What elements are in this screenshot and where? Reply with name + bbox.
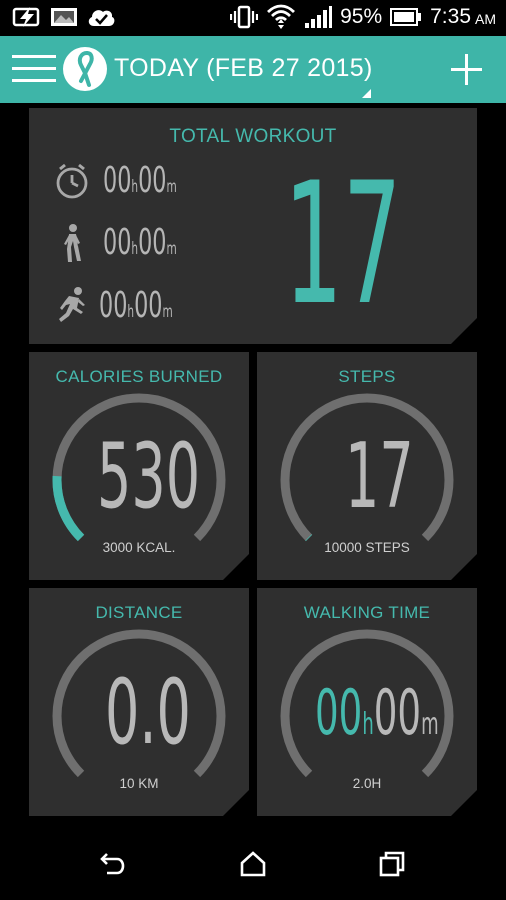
- timer-minutes: 00: [138, 160, 167, 201]
- walking-minutes: 00: [138, 222, 167, 263]
- distance-card[interactable]: DISTANCE 0.0 10 KM: [29, 588, 249, 816]
- total-workout-value: 17: [284, 146, 402, 342]
- battery-percent: 95%: [340, 5, 383, 28]
- plus-icon[interactable]: [451, 54, 482, 85]
- date-selector[interactable]: TODAY (FEB 27 2015): [114, 54, 373, 83]
- walking-time-goal: 2.0H: [352, 776, 382, 791]
- total-row-walking: 00h00m: [59, 222, 222, 263]
- back-icon[interactable]: [99, 850, 127, 878]
- steps-goal: 10000 STEPS: [324, 540, 410, 555]
- ribbon-logo-icon: [63, 47, 107, 91]
- steps-card[interactable]: STEPS 17 10000 STEPS: [257, 352, 477, 580]
- stopwatch-icon: [56, 163, 88, 198]
- image-icon: [51, 8, 77, 26]
- cloud-check-icon: [88, 10, 115, 26]
- total-workout-label: TOTAL WORKOUT: [169, 126, 337, 147]
- calories-value: 530: [97, 424, 201, 529]
- distance-goal: 10 KM: [119, 776, 159, 791]
- timer-hours: 00: [103, 160, 132, 201]
- calories-card[interactable]: CALORIES BURNED 530 3000 KCAL.: [29, 352, 249, 580]
- clock-ampm: AM: [475, 11, 496, 27]
- clock-time: 7:35: [430, 5, 471, 28]
- home-icon[interactable]: [239, 850, 267, 878]
- recents-icon[interactable]: [378, 850, 406, 878]
- running-icon: [59, 286, 85, 322]
- signal-icon: [305, 6, 333, 28]
- status-bar: 95% 7:35 AM: [0, 0, 506, 36]
- hamburger-menu-icon[interactable]: [12, 53, 56, 85]
- total-row-timer: 00h00m: [55, 160, 222, 201]
- running-hours: 00: [99, 285, 128, 326]
- battery-icon: [390, 8, 422, 26]
- calories-goal: 3000 KCAL.: [102, 540, 176, 555]
- running-minutes: 00: [134, 285, 163, 326]
- walking-hours: 00: [103, 222, 132, 263]
- app-bar: TODAY (FEB 27 2015): [0, 36, 506, 103]
- walking-icon: [64, 223, 81, 262]
- walking-time-minutes: 00: [373, 676, 422, 749]
- dropdown-triangle-icon: [362, 89, 371, 98]
- wifi-icon: [267, 4, 296, 29]
- vibrate-icon: [230, 5, 259, 29]
- walking-time-hours: 00: [315, 676, 363, 749]
- distance-value: 0.0: [105, 660, 191, 765]
- nav-bar: [0, 820, 506, 900]
- lightning-icon: [12, 7, 40, 27]
- walking-time-card[interactable]: WALKING TIME 00h00m 2.0H: [257, 588, 477, 816]
- total-workout-card[interactable]: TOTAL WORKOUT 00h00m 00h00m 00h00m 17: [29, 108, 477, 344]
- total-row-running: 00h00m: [55, 285, 218, 326]
- steps-value: 17: [345, 424, 414, 529]
- walking-time-value: 00h00m: [315, 676, 439, 749]
